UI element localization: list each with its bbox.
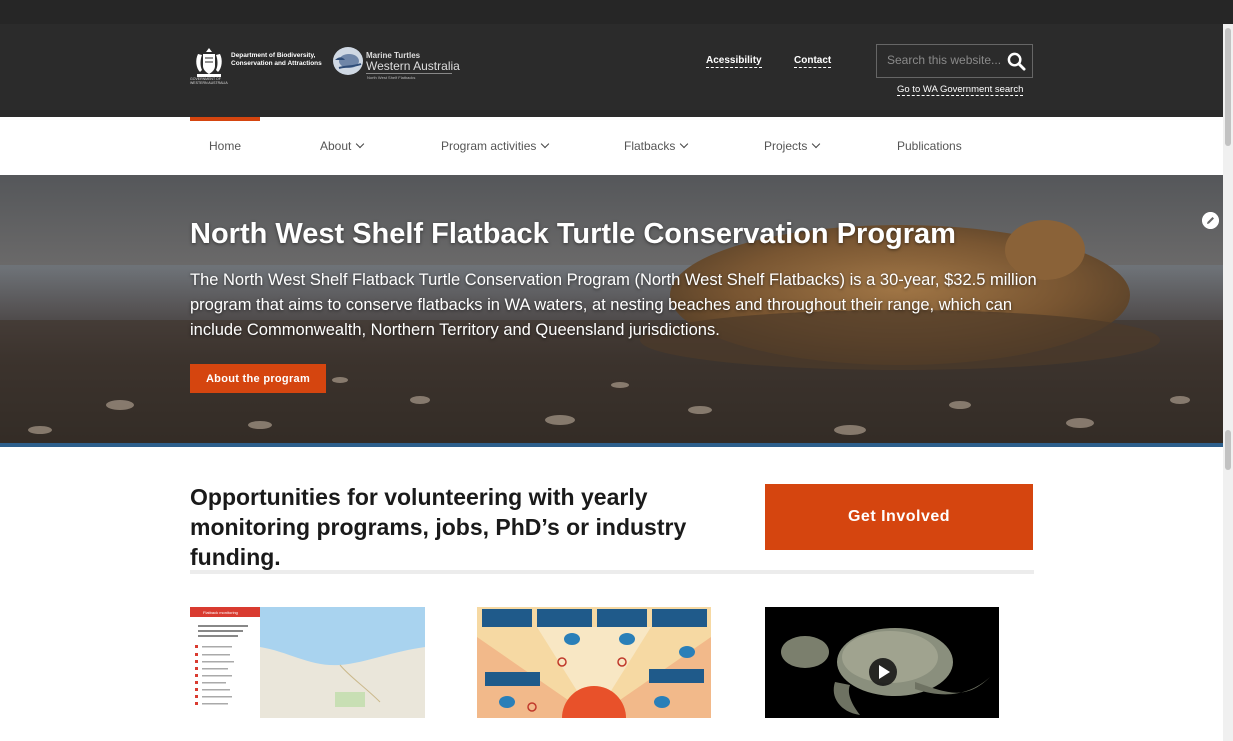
accessibility-link[interactable]: Acessibility: [706, 55, 762, 68]
card-video-thumbnail[interactable]: [765, 607, 999, 718]
nav-item-flatbacks[interactable]: Flatbacks: [624, 139, 689, 153]
logo-divider: [366, 73, 452, 74]
scrollbar-thumb[interactable]: [1225, 430, 1231, 470]
map-thumbnail-image: Flatback monitoring: [190, 607, 425, 718]
marine-turtles-subtitle: Western Australia: [366, 59, 460, 73]
scrollbar-thumb-inner[interactable]: [1225, 28, 1231, 146]
search-box: [876, 44, 1033, 78]
opportunities-heading: Opportunities for volunteering with year…: [190, 484, 687, 570]
contact-link[interactable]: Contact: [794, 55, 832, 68]
nav-item-projects[interactable]: Projects: [764, 139, 821, 153]
map-app-title: Flatback monitoring: [203, 610, 238, 615]
card-map-thumbnail[interactable]: Flatback monitoring: [190, 607, 425, 718]
dept-name[interactable]: Department of Biodiversity, Conservation…: [231, 52, 322, 67]
browser-top-strip: [0, 0, 1233, 24]
about-program-button[interactable]: About the program: [190, 364, 326, 393]
search-input[interactable]: [887, 53, 1002, 67]
marine-turtles-footer: North West Shelf Flatbacks: [367, 75, 416, 80]
search-icon[interactable]: [1007, 52, 1026, 71]
chevron-down-icon: [812, 139, 821, 149]
marine-turtles-logo-icon[interactable]: [331, 46, 365, 76]
nav-item-program-activities[interactable]: Program activities: [441, 139, 550, 153]
section-divider: [190, 570, 1034, 574]
nav-active-indicator: [190, 117, 260, 121]
infographic-image: [477, 607, 711, 718]
chevron-down-icon: [680, 139, 689, 149]
nav-item-home[interactable]: Home: [209, 139, 241, 153]
hero-description: The North West Shelf Flatback Turtle Con…: [190, 271, 1037, 339]
pencil-icon[interactable]: [1202, 212, 1219, 229]
hero-bottom-accent: [0, 443, 1223, 447]
hero-title: North West Shelf Flatback Turtle Conserv…: [190, 218, 956, 250]
nav-item-publications[interactable]: Publications: [897, 139, 962, 153]
gov-wa-caption: GOVERNMENT OF WESTERN AUSTRALIA: [190, 77, 228, 85]
chevron-down-icon: [356, 139, 365, 149]
nav-item-about[interactable]: About: [320, 139, 365, 153]
play-icon[interactable]: [868, 657, 898, 687]
wa-government-crest-logo[interactable]: [192, 46, 226, 80]
chevron-down-icon: [541, 139, 550, 149]
main-nav: [0, 117, 1223, 175]
get-involved-button[interactable]: Get Involved: [765, 484, 1033, 550]
card-infographic-thumbnail[interactable]: [477, 607, 711, 718]
site-header: [0, 24, 1223, 117]
wa-government-search-link[interactable]: Go to WA Government search: [897, 84, 1024, 96]
